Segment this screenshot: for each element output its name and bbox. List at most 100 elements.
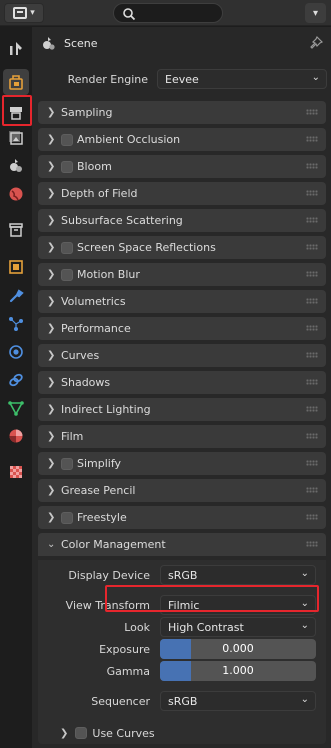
panel-title: Grease Pencil [61, 484, 136, 497]
drag-handle-icon[interactable] [306, 433, 318, 439]
texture-tab[interactable] [3, 459, 29, 485]
object-icon [9, 260, 23, 274]
view-layer-tab[interactable] [3, 125, 29, 151]
panel-enable-checkbox[interactable] [61, 268, 73, 281]
panel-title: Freestyle [77, 511, 127, 524]
drag-handle-icon[interactable] [306, 298, 318, 304]
drag-handle-icon[interactable] [306, 325, 318, 331]
sequencer-dropdown[interactable]: sRGB ⌄ [160, 691, 316, 711]
modifier-tab[interactable] [3, 283, 29, 309]
options-menu-button[interactable]: ▾ [305, 3, 326, 23]
chevron-down-icon: ▾ [30, 8, 35, 18]
scene-icon [43, 37, 55, 50]
chevron-down-icon: ⌄ [300, 568, 309, 579]
panel-title: Motion Blur [77, 268, 140, 281]
tool-tab[interactable] [3, 35, 29, 61]
search-input[interactable] [113, 3, 223, 23]
view-layer-icon [9, 131, 23, 145]
exposure-slider[interactable]: 0.000 [160, 639, 316, 659]
object-data-tab[interactable] [3, 395, 29, 421]
pin-icon[interactable] [309, 36, 323, 50]
drag-handle-icon[interactable] [306, 406, 318, 412]
gamma-label: Gamma [106, 665, 150, 678]
chevron-right-icon: ❯ [47, 269, 56, 280]
render-properties-tab[interactable] [3, 69, 29, 95]
use-curves-subpanel[interactable]: ❯ Use Curves [54, 723, 304, 743]
drag-handle-icon[interactable] [306, 109, 318, 115]
render-engine-label: Render Engine [67, 73, 148, 86]
object-tab[interactable] [3, 254, 29, 280]
render-properties-icon [9, 75, 23, 90]
collection-tab[interactable] [3, 217, 29, 243]
use-curves-label: Use Curves [92, 726, 155, 740]
chevron-right-icon: ❯ [47, 485, 56, 496]
collection-icon [9, 223, 23, 237]
panel-enable-checkbox[interactable] [61, 511, 73, 524]
scene-tab[interactable] [3, 153, 29, 179]
panel-motion-blur[interactable]: ❯ Motion Blur [38, 263, 326, 286]
drag-handle-icon[interactable] [306, 514, 318, 520]
panel-sampling[interactable]: ❯ Sampling [38, 101, 326, 124]
panel-depth-of-field[interactable]: ❯ Depth of Field [38, 182, 326, 205]
context-header: Scene [32, 27, 331, 61]
drag-handle-icon[interactable] [306, 136, 318, 142]
chevron-right-icon: ❯ [47, 512, 56, 523]
material-icon [9, 429, 23, 443]
drag-handle-icon[interactable] [306, 217, 318, 223]
drag-handle-icon[interactable] [306, 271, 318, 277]
chevron-right-icon: ❯ [60, 727, 69, 739]
panel-bloom[interactable]: ❯ Bloom [38, 155, 326, 178]
panel-volumetrics[interactable]: ❯ Volumetrics [38, 290, 326, 313]
panel-title: Ambient Occlusion [77, 133, 181, 146]
panel-subsurface-scattering[interactable]: ❯ Subsurface Scattering [38, 209, 326, 232]
panel-film[interactable]: ❯ Film [38, 425, 326, 448]
panel-curves[interactable]: ❯ Curves [38, 344, 326, 367]
panel-title: Performance [61, 322, 131, 335]
panel-ambient-occlusion[interactable]: ❯ Ambient Occlusion [38, 128, 326, 151]
panel-title: Shadows [61, 376, 111, 389]
particles-tab[interactable] [3, 311, 29, 337]
drag-handle-icon[interactable] [306, 352, 318, 358]
panel-freestyle[interactable]: ❯ Freestyle [38, 506, 326, 529]
panel-enable-checkbox[interactable] [61, 241, 73, 254]
exposure-value: 0.000 [222, 642, 254, 655]
constraints-tab[interactable] [3, 367, 29, 393]
panel-title: Film [61, 430, 84, 443]
drag-handle-icon[interactable] [306, 163, 318, 169]
chevron-right-icon: ❯ [47, 458, 56, 469]
editor-type-button[interactable]: ▾ [4, 3, 44, 23]
object-data-icon [8, 401, 24, 416]
panel-grease-pencil[interactable]: ❯ Grease Pencil [38, 479, 326, 502]
modifier-icon [9, 289, 24, 303]
texture-icon [10, 466, 22, 478]
drag-handle-icon[interactable] [306, 190, 318, 196]
drag-handle-icon[interactable] [306, 379, 318, 385]
chevron-right-icon: ❯ [47, 161, 56, 172]
panel-simplify[interactable]: ❯ Simplify [38, 452, 326, 475]
drag-handle-icon[interactable] [306, 541, 318, 547]
panel-screen-space-reflections[interactable]: ❯ Screen Space Reflections [38, 236, 326, 259]
gamma-slider[interactable]: 1.000 [160, 661, 316, 681]
drag-handle-icon[interactable] [306, 487, 318, 493]
world-icon [9, 187, 23, 201]
physics-tab[interactable] [3, 339, 29, 365]
panel-enable-checkbox[interactable] [61, 160, 73, 173]
output-properties-tab[interactable] [3, 100, 29, 126]
panel-shadows[interactable]: ❯ Shadows [38, 371, 326, 394]
properties-header: ▾ ▾ [0, 0, 331, 26]
panel-color-management[interactable]: ⌄ Color Management [38, 533, 326, 556]
drag-handle-icon[interactable] [306, 460, 318, 466]
render-engine-dropdown[interactable]: Eevee ⌄ [157, 69, 327, 89]
panel-performance[interactable]: ❯ Performance [38, 317, 326, 340]
context-label: Scene [64, 37, 98, 50]
world-tab[interactable] [3, 181, 29, 207]
use-curves-checkbox[interactable] [75, 727, 88, 739]
material-tab[interactable] [3, 423, 29, 449]
drag-handle-icon[interactable] [306, 244, 318, 250]
panel-enable-checkbox[interactable] [61, 457, 73, 470]
panel-indirect-lighting[interactable]: ❯ Indirect Lighting [38, 398, 326, 421]
panel-enable-checkbox[interactable] [61, 133, 73, 146]
chevron-right-icon: ❯ [47, 404, 56, 415]
look-dropdown[interactable]: High Contrast ⌄ [160, 617, 316, 637]
display-device-dropdown[interactable]: sRGB ⌄ [160, 565, 316, 585]
